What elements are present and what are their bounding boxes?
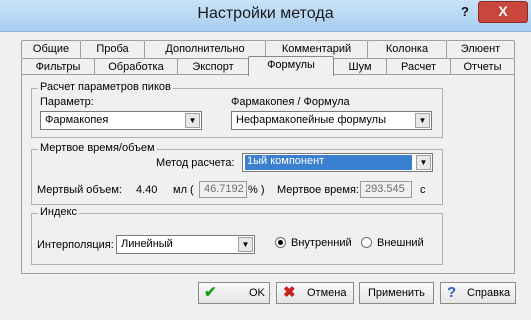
tab-additional[interactable]: Дополнительно [144,40,266,58]
dead-volume-value: 4.40 [136,184,158,196]
method-value: 1ый компонент [245,155,412,170]
tab-formulas[interactable]: Формулы [248,56,334,76]
interpolation-select[interactable]: Линейный ▼ [116,235,255,254]
tab-column[interactable]: Колонка [367,40,447,58]
interpolation-label: Интерполяция: [37,239,114,251]
question-icon: ? [447,284,457,301]
method-label: Метод расчета: [156,157,235,169]
formula-label: Фармакопея / Формула [231,96,350,108]
tab-sample[interactable]: Проба [80,40,145,58]
chevron-down-icon: ▼ [238,237,253,252]
chevron-down-icon: ▼ [185,113,200,128]
index-title: Индекс [38,206,79,218]
window-title: Настройки метода [197,5,334,22]
apply-button[interactable]: Применить [359,282,434,304]
apply-label: Применить [368,287,425,299]
percent-unit: % ) [248,184,265,196]
formula-select[interactable]: Нефармакопейные формулы ▼ [231,111,432,130]
internal-radio[interactable] [275,237,286,248]
external-label: Внешний [377,237,424,249]
parameter-value: Фармакопея [45,114,109,126]
ok-label: OK [249,287,265,299]
tab-eluent[interactable]: Элюент [446,40,515,58]
external-radio[interactable] [361,237,372,248]
help-title-button[interactable]: ? [454,2,476,22]
dead-volume-unit: мл ( [173,184,194,196]
method-select[interactable]: 1ый компонент ▼ [242,153,433,172]
dead-time-field: 293.545 [360,181,412,198]
chevron-down-icon: ▼ [416,155,431,170]
internal-label: Внутренний [291,237,352,249]
parameter-label: Параметр: [40,96,94,108]
cancel-button[interactable]: ✖ Отмена [276,282,354,304]
chevron-down-icon: ▼ [415,113,430,128]
checkmark-icon: ✔ [204,284,217,301]
peak-params-title: Расчет параметров пиков [38,81,173,93]
dead-time-title: Мертвое время/объем [38,142,157,154]
help-label: Справка [467,287,511,299]
help-button[interactable]: ? Справка [440,282,516,304]
dead-time-label: Мертвое время: [277,184,359,196]
ok-button[interactable]: ✔ OK [198,282,270,304]
cross-icon: ✖ [283,284,296,301]
dead-volume-percent-field: 46.7192 [199,181,247,198]
formula-value: Нефармакопейные формулы [236,114,387,126]
close-button[interactable]: X [478,1,528,23]
interpolation-value: Линейный [121,238,173,250]
tab-general[interactable]: Общие [21,40,81,58]
dead-volume-label: Мертвый объем: [37,184,122,196]
dead-time-unit: с [420,184,426,196]
title-bar: Настройки метода ? X [0,0,531,32]
parameter-select[interactable]: Фармакопея ▼ [40,111,202,130]
cancel-label: Отмена [307,287,347,299]
